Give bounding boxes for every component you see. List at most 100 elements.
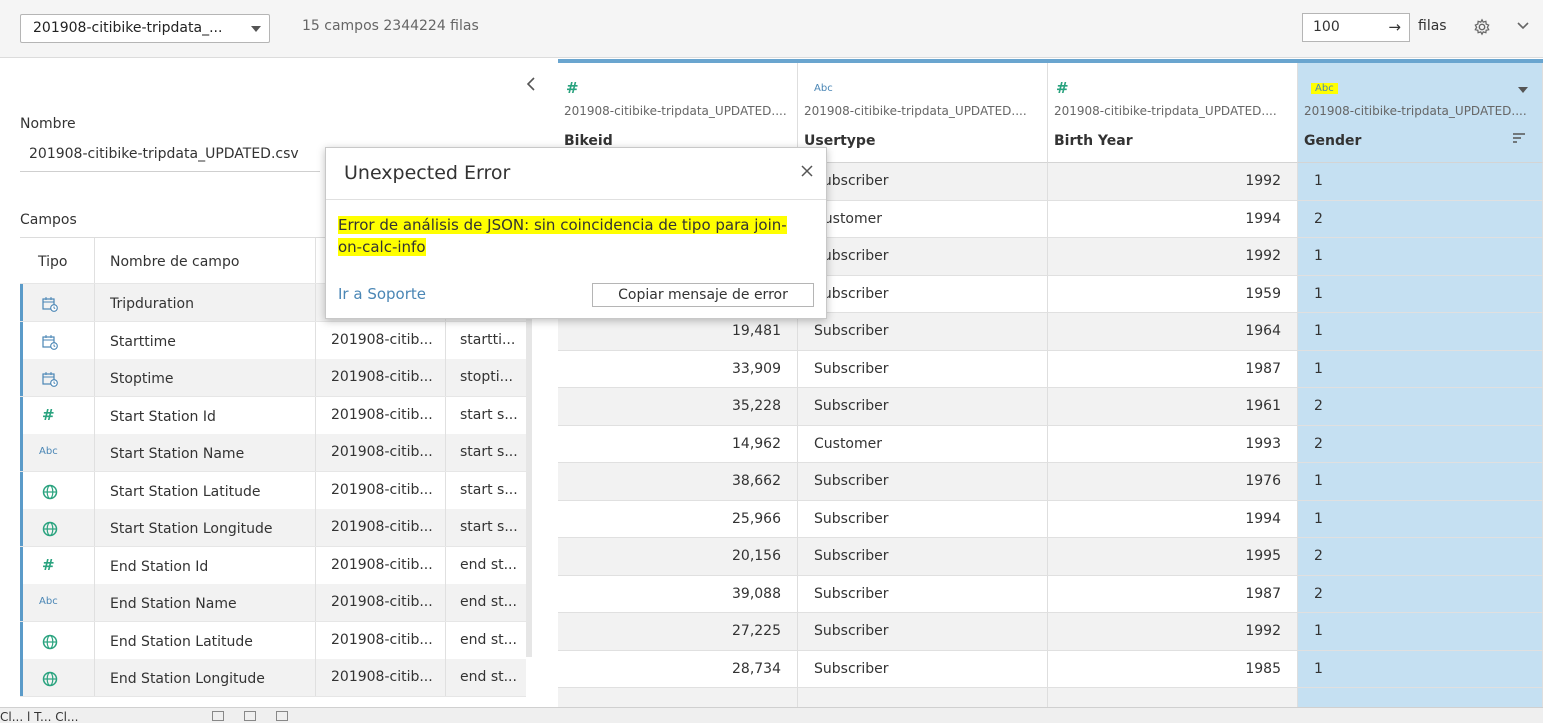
field-type-cell[interactable] xyxy=(20,659,95,696)
grid-cell[interactable] xyxy=(1298,688,1543,707)
number-type-icon[interactable]: # xyxy=(1056,79,1069,97)
field-row[interactable]: End Station Latitude 201908-citib... end s… xyxy=(20,621,526,662)
field-type-cell[interactable] xyxy=(20,621,95,659)
grid-cell[interactable]: 1959 xyxy=(1048,275,1298,313)
grid-cell[interactable]: 2 xyxy=(1298,388,1543,426)
column-header[interactable]: #201908-citibike-tripdata_UPDATED.... Bir… xyxy=(1048,63,1298,163)
rows-input[interactable]: 100 → xyxy=(1302,13,1410,42)
grid-cell[interactable]: Subscriber xyxy=(798,613,1048,651)
grid-cell[interactable]: 1 xyxy=(1298,275,1543,313)
new-sheet-icon[interactable] xyxy=(212,711,224,721)
grid-cell[interactable]: 2 xyxy=(1298,200,1543,238)
grid-cell[interactable]: 1992 xyxy=(1048,163,1298,201)
field-row[interactable]: Abc Start Station Name 201908-citib... star… xyxy=(20,434,526,472)
chevron-down-icon[interactable] xyxy=(1518,87,1528,93)
grid-cell[interactable]: Subscriber xyxy=(798,313,1048,351)
grid-cell[interactable]: 27,225 xyxy=(558,613,798,651)
calendar-clock-icon[interactable] xyxy=(42,296,58,312)
field-row[interactable]: Stoptime 201908-citib... stopti... xyxy=(20,359,526,397)
field-name[interactable]: End Station Id xyxy=(110,547,315,587)
grid-cell[interactable] xyxy=(798,688,1048,707)
string-type-icon[interactable]: Abc xyxy=(814,83,833,94)
grid-cell[interactable]: 2 xyxy=(1298,538,1543,576)
grid-cell[interactable]: 2 xyxy=(1298,575,1543,613)
grid-cell[interactable]: Customer xyxy=(798,425,1048,463)
grid-cell[interactable]: 1994 xyxy=(1048,500,1298,538)
grid-cell[interactable] xyxy=(558,688,798,707)
grid-cell[interactable]: Subscriber xyxy=(798,575,1048,613)
field-name[interactable]: Stoptime xyxy=(110,359,315,399)
field-type-cell[interactable]: # xyxy=(20,396,95,434)
field-name[interactable]: Start Station Id xyxy=(110,397,315,437)
field-name[interactable]: End Station Name xyxy=(110,584,315,624)
grid-cell[interactable]: Customer xyxy=(798,200,1048,238)
globe-icon[interactable] xyxy=(42,521,58,537)
field-type-cell[interactable] xyxy=(20,471,95,509)
field-row[interactable]: Start Station Latitude 201908-citib... sta… xyxy=(20,471,526,512)
grid-cell[interactable]: Subscriber xyxy=(798,500,1048,538)
new-dashboard-icon[interactable] xyxy=(244,711,256,721)
chevron-left-icon[interactable] xyxy=(524,76,538,92)
grid-cell[interactable]: 1987 xyxy=(1048,350,1298,388)
datasource-dropdown[interactable]: 201908-citibike-tripdata_... xyxy=(20,14,270,43)
grid-cell[interactable]: 1961 xyxy=(1048,388,1298,426)
field-name[interactable]: Starttime xyxy=(110,322,315,362)
grid-cell[interactable]: 1 xyxy=(1298,650,1543,688)
grid-cell[interactable]: 1964 xyxy=(1048,313,1298,351)
arrow-right-icon[interactable]: → xyxy=(1388,14,1401,41)
grid-cell[interactable]: 1 xyxy=(1298,613,1543,651)
field-row[interactable]: Abc End Station Name 201908-citib... end st… xyxy=(20,584,526,622)
grid-cell[interactable]: 1 xyxy=(1298,463,1543,501)
field-row[interactable]: Start Station Longitude 201908-citib... st… xyxy=(20,509,526,547)
globe-icon[interactable] xyxy=(42,634,58,650)
field-row[interactable]: Starttime 201908-citib... startti... xyxy=(20,321,526,362)
number-type-icon[interactable]: # xyxy=(566,79,579,97)
field-type-cell[interactable] xyxy=(20,284,95,321)
grid-cell[interactable]: 1 xyxy=(1298,500,1543,538)
grid-cell[interactable]: 1976 xyxy=(1048,463,1298,501)
field-type-cell[interactable] xyxy=(20,321,95,359)
grid-cell[interactable]: 1 xyxy=(1298,238,1543,276)
column-header[interactable]: Abc 201908-citibike-tripdata_UPDATED.... U… xyxy=(798,63,1048,163)
field-row[interactable]: # Start Station Id 201908-citib... start s.… xyxy=(20,396,526,437)
grid-cell[interactable]: 1 xyxy=(1298,313,1543,351)
field-name[interactable]: Tripduration xyxy=(110,284,315,324)
grid-cell[interactable]: 1985 xyxy=(1048,650,1298,688)
grid-cell[interactable]: 14,962 xyxy=(558,425,798,463)
grid-cell[interactable]: Subscriber xyxy=(798,463,1048,501)
field-type-cell[interactable] xyxy=(20,359,95,396)
grid-cell[interactable]: 1993 xyxy=(1048,425,1298,463)
field-name[interactable]: End Station Latitude xyxy=(110,622,315,662)
grid-cell[interactable]: 1 xyxy=(1298,163,1543,201)
string-type-icon[interactable]: Abc xyxy=(39,596,58,607)
sheet-tab[interactable]: Cl... l T... Cl... xyxy=(0,710,78,724)
scrollbar[interactable] xyxy=(526,297,532,657)
grid-cell[interactable]: 1992 xyxy=(1048,613,1298,651)
column-header[interactable]: Abc 201908-citibike-tripdata_UPDATED.... G… xyxy=(1298,63,1543,163)
number-type-icon[interactable]: # xyxy=(42,406,55,424)
copy-error-button[interactable]: Copiar mensaje de error xyxy=(592,283,814,307)
grid-cell[interactable]: Subscriber xyxy=(798,538,1048,576)
support-link[interactable]: Ir a Soporte xyxy=(338,285,426,303)
field-row[interactable]: # End Station Id 201908-citib... end st... xyxy=(20,546,526,587)
chevron-down-icon[interactable] xyxy=(1515,18,1531,34)
grid-cell[interactable]: 20,156 xyxy=(558,538,798,576)
grid-cell[interactable]: Subscriber xyxy=(798,163,1048,201)
grid-cell[interactable]: 38,662 xyxy=(558,463,798,501)
grid-cell[interactable]: Subscriber xyxy=(798,238,1048,276)
calendar-clock-icon[interactable] xyxy=(42,334,58,350)
grid-cell[interactable]: 35,228 xyxy=(558,388,798,426)
grid-cell[interactable]: Subscriber xyxy=(798,350,1048,388)
calendar-clock-icon[interactable] xyxy=(42,371,58,387)
grid-cell[interactable]: Subscriber xyxy=(798,388,1048,426)
field-name[interactable]: Start Station Latitude xyxy=(110,472,315,512)
field-row[interactable]: End Station Longitude 201908-citib... end … xyxy=(20,659,526,697)
string-type-icon[interactable]: Abc xyxy=(39,446,58,457)
grid-cell[interactable]: 1994 xyxy=(1048,200,1298,238)
globe-icon[interactable] xyxy=(42,671,58,687)
grid-cell[interactable] xyxy=(1048,688,1298,707)
new-story-icon[interactable] xyxy=(276,711,288,721)
grid-cell[interactable]: Subscriber xyxy=(798,275,1048,313)
number-type-icon[interactable]: # xyxy=(42,556,55,574)
sort-icon[interactable] xyxy=(1512,131,1526,145)
